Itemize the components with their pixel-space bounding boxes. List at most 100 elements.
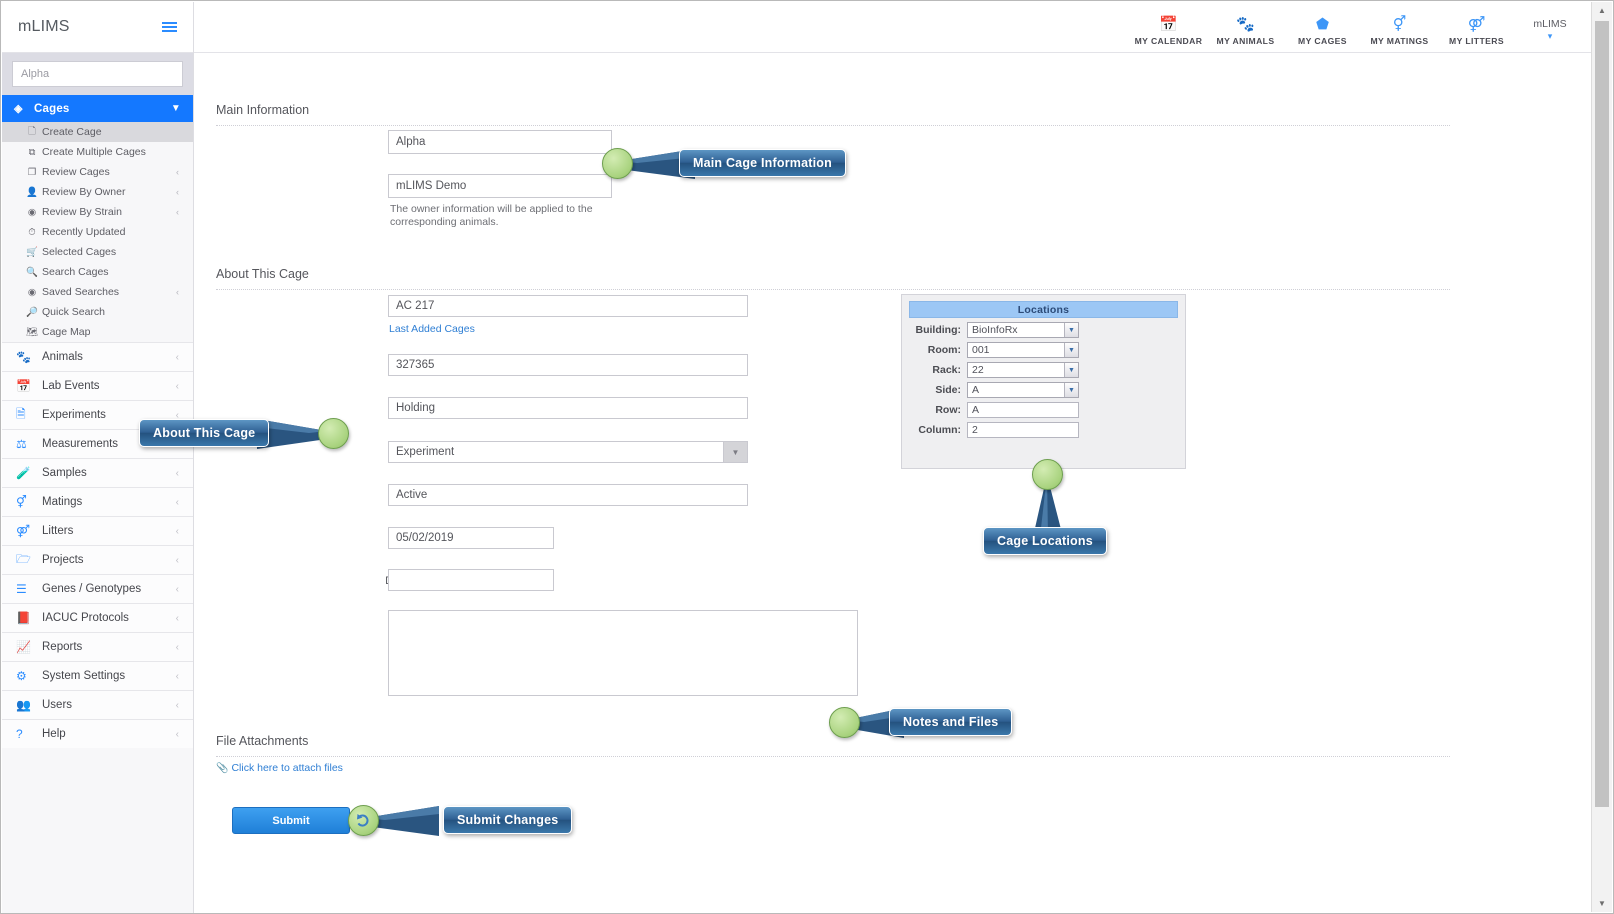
sidebar-subitem-selected-cages[interactable]: 🛒 Selected Cages <box>2 242 193 262</box>
sidebar-subitem-label: Selected Cages <box>42 246 117 258</box>
callout-marker-cage-locations[interactable] <box>1032 459 1063 490</box>
vertical-scrollbar[interactable]: ▲ ▼ <box>1591 2 1612 912</box>
sidebar-subitem-create-multiple-cages[interactable]: ⧉ Create Multiple Cages <box>2 142 193 162</box>
hamburger-icon[interactable] <box>162 22 177 32</box>
locations-title: Locations <box>909 301 1178 318</box>
location-row-row: Row: <box>909 402 1178 418</box>
callout-marker-notes-and-files[interactable] <box>829 707 860 738</box>
location-label-building: Building: <box>915 324 962 336</box>
scrollbar-thumb[interactable] <box>1595 21 1609 807</box>
section-title-main-information: Main Information <box>216 103 310 117</box>
callout-marker-main-cage-information[interactable] <box>602 148 633 179</box>
topnav-my-animals[interactable]: 🐾 MY ANIMALS <box>1207 9 1284 46</box>
sidebar-subitem-create-cage[interactable]: 🗋 Create Cage <box>2 122 193 142</box>
callout-label: Cage Locations <box>997 534 1093 548</box>
scroll-up-arrow-icon[interactable]: ▲ <box>1592 2 1612 19</box>
scroll-down-arrow-icon[interactable]: ▼ <box>1592 895 1612 912</box>
sidebar-subitem-quick-search[interactable]: 🔎 Quick Search <box>2 302 193 322</box>
chevron-down-icon: ▾ <box>1547 31 1553 41</box>
sidebar-item-matings[interactable]: ⚥ Matings ‹ <box>2 487 193 516</box>
sidebar-item-iacuc-protocols[interactable]: 📕 IACUC Protocols ‹ <box>2 603 193 632</box>
barcode-input[interactable] <box>388 354 748 376</box>
sidebar-subitem-review-by-owner[interactable]: 👤 Review By Owner ‹ <box>2 182 193 202</box>
callout-main-cage-information: Main Cage Information <box>679 149 846 177</box>
sidebar-item-samples[interactable]: 🧪 Samples ‹ <box>2 458 193 487</box>
sidebar-item-label: Experiments <box>42 409 106 421</box>
sidebar-item-help[interactable]: ? Help ‹ <box>2 719 193 748</box>
callout-marker-about-this-cage[interactable] <box>318 418 349 449</box>
submit-button[interactable]: Submit <box>232 807 350 834</box>
sidebar-subitem-saved-searches[interactable]: ◉ Saved Searches ‹ <box>2 282 193 302</box>
sidebar-subitem-recently-updated[interactable]: ⏱ Recently Updated <box>2 222 193 242</box>
book-icon: 📕 <box>16 611 31 625</box>
attach-files-link[interactable]: 📎 Click here to attach files <box>216 762 343 774</box>
section-divider-main <box>216 125 1450 126</box>
sidebar-subitem-review-cages[interactable]: ❐ Review Cages ‹ <box>2 162 193 182</box>
location-label-column: Column: <box>918 424 961 436</box>
chevron-down-icon[interactable]: ▼ <box>723 442 747 462</box>
status-input[interactable] <box>388 484 748 506</box>
account-menu[interactable]: mLIMS ▾ <box>1515 12 1585 42</box>
chevron-down-icon[interactable]: ▼ <box>1064 323 1078 337</box>
scale-icon: ⚖ <box>16 437 27 451</box>
sidebar-item-animals[interactable]: 🐾 Animals ‹ <box>2 342 193 371</box>
litter-icon: ⚤ <box>1467 15 1486 33</box>
chevron-left-icon: ‹ <box>175 728 179 740</box>
callout-submit-changes: Submit Changes <box>443 806 573 834</box>
project-input[interactable] <box>388 130 612 154</box>
sidebar-subitem-cage-map[interactable]: 🗺 Cage Map <box>2 322 193 342</box>
sidebar-item-label: Measurements <box>42 438 119 450</box>
chevron-left-icon: ‹ <box>176 207 179 217</box>
location-select-side[interactable]: A ▼ <box>967 382 1079 398</box>
chevron-down-icon[interactable]: ▼ <box>1064 383 1078 397</box>
chevron-left-icon: ‹ <box>175 525 179 537</box>
sidebar-group-cages[interactable]: ◈ Cages ▼ <box>2 95 193 122</box>
sidebar-item-reports[interactable]: 📈 Reports ‹ <box>2 632 193 661</box>
location-select-rack[interactable]: 22 ▼ <box>967 362 1079 378</box>
topnav-my-calendar[interactable]: 📅 MY CALENDAR <box>1130 9 1207 46</box>
location-input-column[interactable] <box>967 422 1079 438</box>
topnav-label: MY MATINGS <box>1370 35 1429 46</box>
last-added-cages-link[interactable]: Last Added Cages <box>389 323 475 335</box>
sidebar-item-genes-genotypes[interactable]: ☰ Genes / Genotypes ‹ <box>2 574 193 603</box>
chevron-down-icon[interactable]: ▼ <box>1064 343 1078 357</box>
topnav-my-litters[interactable]: ⚤ MY LITTERS <box>1438 9 1515 46</box>
lines-icon: ☰ <box>16 582 27 596</box>
sidebar-item-lab-events[interactable]: 📅 Lab Events ‹ <box>2 371 193 400</box>
sidebar-subitem-search-cages[interactable]: 🔍 Search Cages <box>2 262 193 282</box>
location-input-row[interactable] <box>967 402 1079 418</box>
topnav-my-matings[interactable]: ⚥ MY MATINGS <box>1361 9 1438 46</box>
sidebar-item-projects[interactable]: 🗁 Projects ‹ <box>2 545 193 574</box>
sidebar-item-system-settings[interactable]: ⚙ System Settings ‹ <box>2 661 193 690</box>
sidebar-item-users[interactable]: 👥 Users ‹ <box>2 690 193 719</box>
location-select-room[interactable]: 001 ▼ <box>967 342 1079 358</box>
location-row-building: Building: BioInfoRx ▼ <box>909 322 1178 338</box>
sidebar-item-label: Help <box>42 728 66 740</box>
location-select-building[interactable]: BioInfoRx ▼ <box>967 322 1079 338</box>
sidebar-item-label: Litters <box>42 525 74 537</box>
notes-textarea[interactable] <box>388 610 858 696</box>
user-icon: 👤 <box>26 186 38 198</box>
sidebar-item-label: IACUC Protocols <box>42 612 129 624</box>
setup-date-input[interactable] <box>388 527 554 549</box>
cube-icon: ◈ <box>14 103 23 115</box>
chevron-down-icon[interactable]: ▼ <box>1064 363 1078 377</box>
chevron-left-icon: ‹ <box>175 380 179 392</box>
sidebar-item-litters[interactable]: ⚤ Litters ‹ <box>2 516 193 545</box>
callout-cage-locations: Cage Locations <box>983 527 1107 555</box>
topnav-my-cages[interactable]: ⬟ MY CAGES <box>1284 9 1361 46</box>
calendar-icon: 📅 <box>16 379 31 393</box>
owner-input[interactable] <box>388 174 612 198</box>
sidebar-subitem-label: Recently Updated <box>42 226 126 238</box>
sidebar-subitem-label: Review Cages <box>42 166 110 178</box>
date-discarded-input[interactable] <box>388 569 554 591</box>
sidebar-subitem-review-by-strain[interactable]: ◉ Review By Strain ‹ <box>2 202 193 222</box>
purpose-input[interactable] <box>388 397 748 419</box>
cage-name-input[interactable] <box>388 295 748 317</box>
search-input[interactable] <box>12 61 183 87</box>
location-label-rack: Rack: <box>932 364 961 376</box>
category-select[interactable]: Experiment ▼ <box>388 441 748 463</box>
callout-marker-submit-changes[interactable] <box>348 805 379 836</box>
location-label-room: Room: <box>927 344 961 356</box>
submit-button-label: Submit <box>272 814 310 827</box>
